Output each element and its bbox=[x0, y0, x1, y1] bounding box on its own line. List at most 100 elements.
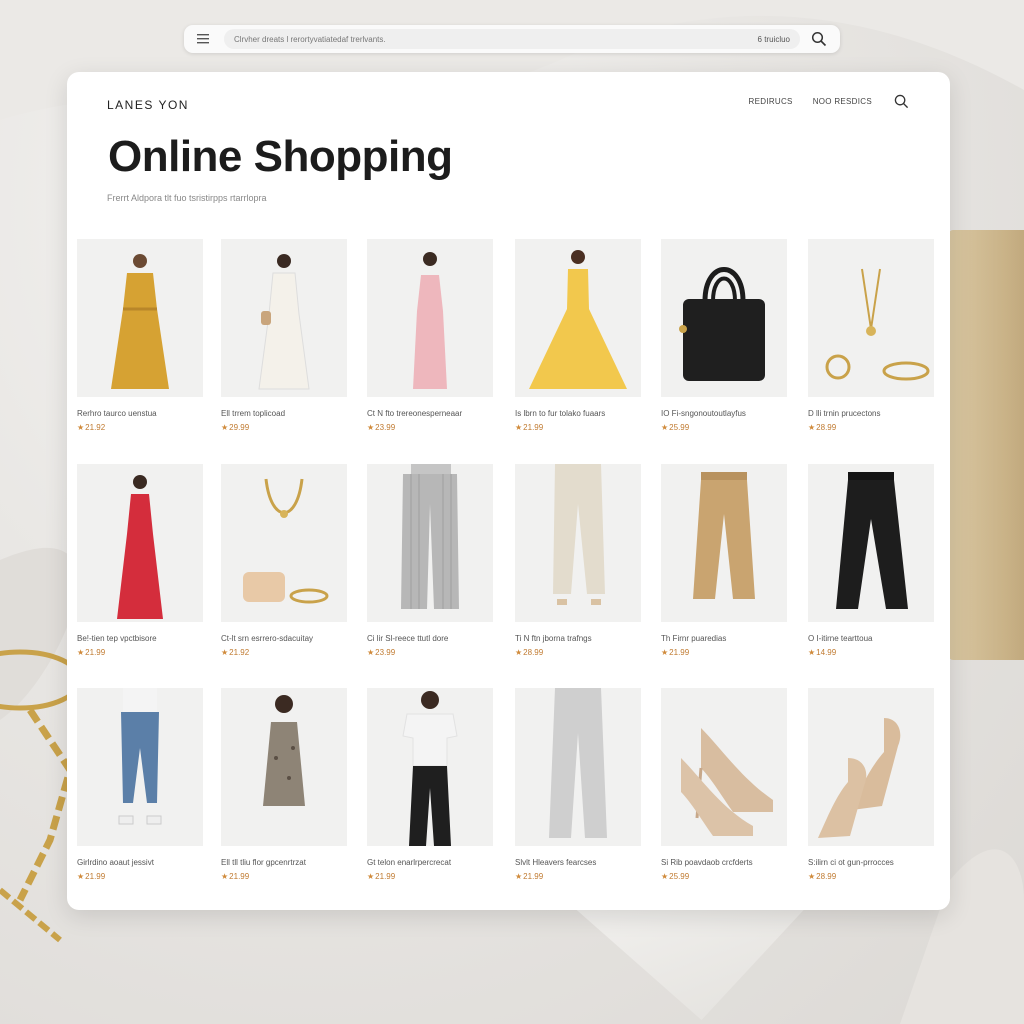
product-card[interactable]: Ell trrem toplicoad ★29.99 bbox=[221, 239, 349, 432]
price-value: 29.99 bbox=[229, 423, 250, 432]
url-field[interactable]: Clrvher dreats l rerortyvatiatedaf trerl… bbox=[224, 29, 800, 49]
product-price: ★21.99 bbox=[77, 872, 205, 881]
url-right-text: 6 truicluo bbox=[757, 34, 790, 44]
product-card[interactable]: O I-itirne tearttoua ★14.99 bbox=[808, 464, 936, 657]
product-name[interactable]: IO Fi-sngonoutoutlayfus bbox=[661, 409, 789, 418]
nav-link-2[interactable]: NOO RESDICS bbox=[813, 97, 872, 106]
product-image-black-handbag[interactable] bbox=[661, 239, 787, 397]
product-name[interactable]: Gt telon enarlrpercrecat bbox=[367, 858, 495, 867]
product-image-necklace-and-bag[interactable] bbox=[221, 464, 347, 622]
star-icon: ★ bbox=[77, 872, 85, 881]
star-icon: ★ bbox=[221, 648, 229, 657]
product-card[interactable]: S:ilirn ci ot gun-prrocces ★28.99 bbox=[808, 688, 936, 881]
product-card[interactable]: IO Fi-sngonoutoutlayfus ★25.99 bbox=[661, 239, 789, 432]
product-card[interactable]: D lli trnin prucectons ★28.99 bbox=[808, 239, 936, 432]
product-name[interactable]: Is lbrn to fur tolako fuaars bbox=[515, 409, 643, 418]
search-icon[interactable] bbox=[892, 92, 910, 110]
nav-link-1[interactable]: REDIRUCS bbox=[749, 97, 793, 106]
product-name[interactable]: S:ilirn ci ot gun-prrocces bbox=[808, 858, 936, 867]
product-image-nude-pumps[interactable] bbox=[661, 688, 787, 846]
star-icon: ★ bbox=[515, 872, 523, 881]
product-image-grey-pleated-pants[interactable] bbox=[367, 464, 493, 622]
product-image-yellow-gown[interactable] bbox=[515, 239, 641, 397]
product-name[interactable]: Si Rib poavdaob crcfderts bbox=[661, 858, 789, 867]
browser-address-bar: Clrvher dreats l rerortyvatiatedaf trerl… bbox=[184, 25, 840, 53]
product-name[interactable]: Ct N fto trereonesperneaar bbox=[367, 409, 495, 418]
product-price: ★23.99 bbox=[367, 648, 495, 657]
product-name[interactable]: Ell trrem toplicoad bbox=[221, 409, 349, 418]
brand-logo[interactable]: LANES YON bbox=[107, 98, 189, 112]
product-price: ★21.99 bbox=[515, 423, 643, 432]
product-card[interactable]: Ct N fto trereonesperneaar ★23.99 bbox=[367, 239, 495, 432]
product-card[interactable]: Be!-tien tep vpctbisore ★21.99 bbox=[77, 464, 205, 657]
price-value: 23.99 bbox=[375, 423, 396, 432]
product-card[interactable]: Is lbrn to fur tolako fuaars ★21.99 bbox=[515, 239, 643, 432]
product-card[interactable]: Ell tll tliu flor gpcenrtrzat ★21.99 bbox=[221, 688, 349, 881]
product-price: ★21.92 bbox=[77, 423, 205, 432]
product-price: ★21.99 bbox=[515, 872, 643, 881]
product-name[interactable]: Rerhro taurco uenstua bbox=[77, 409, 205, 418]
price-value: 28.99 bbox=[816, 872, 837, 881]
product-name[interactable]: Ct-lt srn esrrero-sdacuitay bbox=[221, 634, 349, 643]
product-name[interactable]: Ti N ftn jborna trafngs bbox=[515, 634, 643, 643]
hamburger-icon[interactable] bbox=[194, 30, 212, 48]
product-image-black-trousers[interactable] bbox=[808, 464, 934, 622]
product-image-blue-skinny-jeans[interactable] bbox=[77, 688, 203, 846]
star-icon: ★ bbox=[515, 648, 523, 657]
product-price: ★21.99 bbox=[661, 648, 789, 657]
product-image-tan-trousers[interactable] bbox=[661, 464, 787, 622]
product-card[interactable]: Th Firnr puaredias ★21.99 bbox=[661, 464, 789, 657]
product-price: ★28.99 bbox=[808, 872, 936, 881]
product-card[interactable]: Ci lir Sl-reece ttutl dore ★23.99 bbox=[367, 464, 495, 657]
star-icon: ★ bbox=[367, 648, 375, 657]
product-image-cream-trousers[interactable] bbox=[515, 464, 641, 622]
product-image-gold-jewelry[interactable] bbox=[808, 239, 934, 397]
product-name[interactable]: Slvlt Hleavers fearcses bbox=[515, 858, 643, 867]
price-value: 21.99 bbox=[85, 648, 106, 657]
product-name[interactable]: Girlrdino aoaut jessivt bbox=[77, 858, 205, 867]
product-price: ★23.99 bbox=[367, 423, 495, 432]
product-name[interactable]: Th Firnr puaredias bbox=[661, 634, 789, 643]
price-value: 21.99 bbox=[375, 872, 396, 881]
product-image-red-maxi-dress[interactable] bbox=[77, 464, 203, 622]
product-image-grey-wide-jeans[interactable] bbox=[515, 688, 641, 846]
product-image-strappy-heels[interactable] bbox=[808, 688, 934, 846]
product-price: ★28.99 bbox=[808, 423, 936, 432]
price-value: 21.99 bbox=[229, 872, 250, 881]
price-value: 28.99 bbox=[523, 648, 544, 657]
product-price: ★14.99 bbox=[808, 648, 936, 657]
product-price: ★21.99 bbox=[221, 872, 349, 881]
product-name[interactable]: D lli trnin prucectons bbox=[808, 409, 936, 418]
star-icon: ★ bbox=[367, 872, 375, 881]
product-image-floral-slip-dress[interactable] bbox=[221, 688, 347, 846]
product-name[interactable]: O I-itirne tearttoua bbox=[808, 634, 936, 643]
price-value: 21.99 bbox=[669, 648, 690, 657]
product-image-white-tee-black-pants[interactable] bbox=[367, 688, 493, 846]
product-price: ★28.99 bbox=[515, 648, 643, 657]
product-card[interactable]: Ct-lt srn esrrero-sdacuitay ★21.92 bbox=[221, 464, 349, 657]
product-price: ★25.99 bbox=[661, 423, 789, 432]
product-image-pink-maxi-dress[interactable] bbox=[367, 239, 493, 397]
product-card[interactable]: Si Rib poavdaob crcfderts ★25.99 bbox=[661, 688, 789, 881]
product-image-white-maxi-dress[interactable] bbox=[221, 239, 347, 397]
url-text: Clrvher dreats l rerortyvatiatedaf trerl… bbox=[234, 34, 386, 44]
product-card[interactable]: Ti N ftn jborna trafngs ★28.99 bbox=[515, 464, 643, 657]
product-price: ★29.99 bbox=[221, 423, 349, 432]
page-title: Online Shopping bbox=[108, 132, 453, 181]
product-name[interactable]: Ci lir Sl-reece ttutl dore bbox=[367, 634, 495, 643]
product-price: ★21.99 bbox=[367, 872, 495, 881]
product-card[interactable]: Rerhro taurco uenstua ★21.92 bbox=[77, 239, 205, 432]
product-name[interactable]: Ell tll tliu flor gpcenrtrzat bbox=[221, 858, 349, 867]
product-card[interactable]: Girlrdino aoaut jessivt ★21.99 bbox=[77, 688, 205, 881]
top-nav: REDIRUCS NOO RESDICS bbox=[749, 92, 911, 110]
product-name[interactable]: Be!-tien tep vpctbisore bbox=[77, 634, 205, 643]
star-icon: ★ bbox=[808, 872, 816, 881]
product-image-mustard-maxi-dress[interactable] bbox=[77, 239, 203, 397]
search-icon[interactable] bbox=[808, 28, 830, 50]
star-icon: ★ bbox=[515, 423, 523, 432]
product-card[interactable]: Gt telon enarlrpercrecat ★21.99 bbox=[367, 688, 495, 881]
product-card[interactable]: Slvlt Hleavers fearcses ★21.99 bbox=[515, 688, 643, 881]
product-price: ★25.99 bbox=[661, 872, 789, 881]
gift-box-decor bbox=[949, 230, 1024, 660]
star-icon: ★ bbox=[77, 423, 85, 432]
